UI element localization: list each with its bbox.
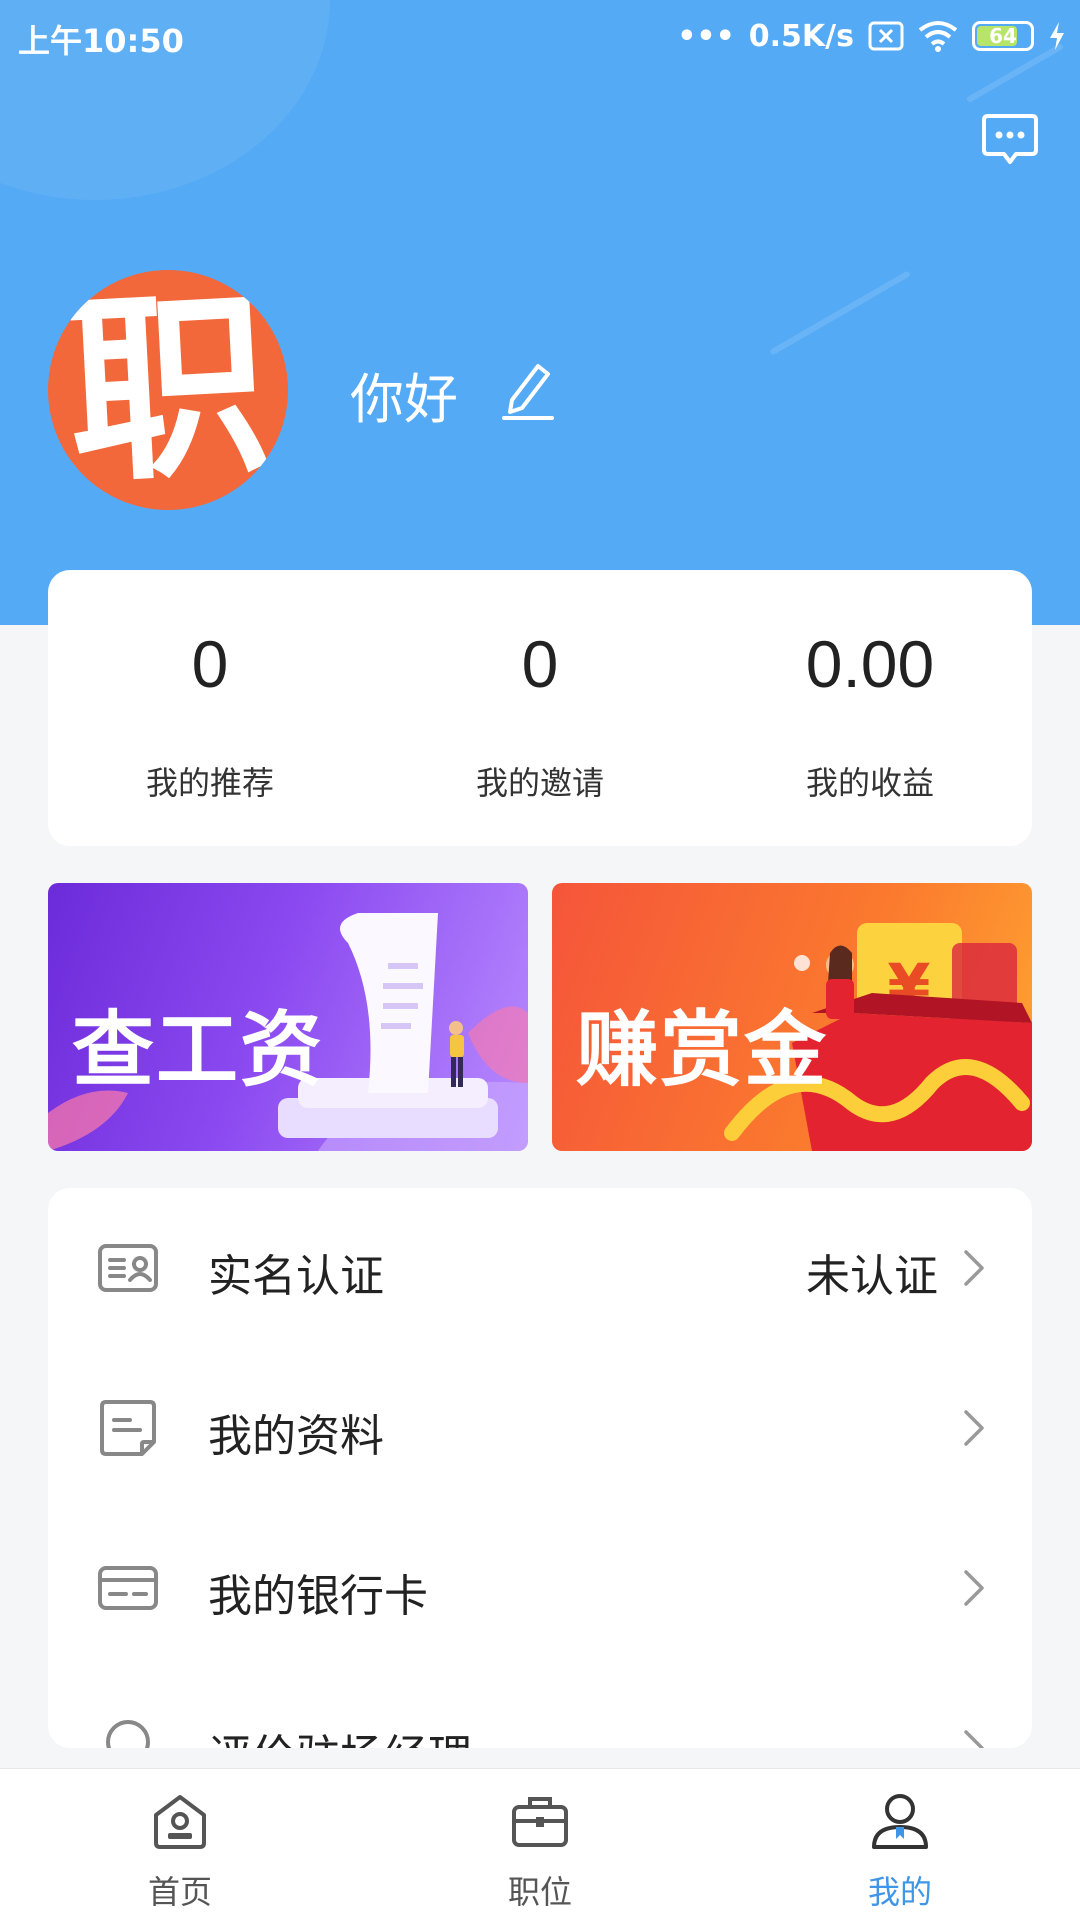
- chevron-right-icon: [964, 1730, 984, 1748]
- tab-home[interactable]: 首页: [80, 1769, 280, 1920]
- stat-value: 0.00: [805, 627, 935, 701]
- menu-item-label: 我的资料: [208, 1411, 384, 1462]
- tab-jobs[interactable]: 职位: [440, 1769, 640, 1920]
- id-card-icon: [98, 1244, 158, 1292]
- charging-icon: [1050, 22, 1064, 50]
- menu-item-my-profile[interactable]: 我的资料: [48, 1348, 1032, 1508]
- chevron-right-icon: [964, 1570, 984, 1606]
- stat-value: 0: [521, 627, 559, 701]
- menu-item-label: 我的银行卡: [208, 1571, 428, 1622]
- status-icons: ••• 0.5K/s 64: [677, 14, 1066, 58]
- menu-item-label: 评价驻场经理: [208, 1720, 472, 1748]
- banner-title: 赚赏金: [576, 1003, 829, 1098]
- bank-card-icon: [98, 1566, 158, 1610]
- document-icon: [100, 1400, 156, 1456]
- menu-item-bank-card[interactable]: 我的银行卡: [48, 1508, 1032, 1668]
- menu-item-real-name-verification[interactable]: 实名认证 未认证: [48, 1188, 1032, 1348]
- badge-icon: [106, 1720, 150, 1748]
- verification-status: 未认证: [806, 1251, 938, 1302]
- user-icon: [872, 1794, 928, 1849]
- bottom-tab-bar: 首页 职位 我的: [0, 1768, 1080, 1920]
- tab-label: 我的: [867, 1873, 932, 1911]
- profile-header: 上午10:50 ••• 0.5K/s 64 职 你好: [0, 0, 1080, 625]
- chevron-right-icon: [964, 1250, 984, 1286]
- header-decoration: [769, 270, 911, 356]
- battery-level: 64: [989, 24, 1017, 48]
- stat-invite[interactable]: 0 我的邀请: [390, 570, 690, 846]
- menu-list: 实名认证 未认证 我的资料 我的银行卡 评价驻场经理: [48, 1188, 1032, 1748]
- home-icon: [154, 1795, 206, 1849]
- stat-value: 0: [191, 627, 229, 701]
- tab-label: 首页: [147, 1873, 212, 1911]
- briefcase-icon: [512, 1797, 568, 1847]
- avatar-logo-char: 职: [61, 270, 274, 510]
- user-greeting: 你好: [350, 368, 458, 431]
- signal-dots-icon: •••: [677, 18, 735, 54]
- menu-item-rate-manager[interactable]: 评价驻场经理: [48, 1668, 1032, 1748]
- stat-recommend[interactable]: 0 我的推荐: [60, 570, 360, 846]
- status-time: 上午10:50: [18, 22, 184, 60]
- stat-label: 我的收益: [805, 764, 934, 802]
- stat-label: 我的推荐: [145, 764, 274, 802]
- tab-label: 职位: [507, 1873, 572, 1911]
- tab-mine[interactable]: 我的: [800, 1769, 1000, 1920]
- avatar[interactable]: 职: [48, 270, 288, 510]
- earn-reward-banner[interactable]: ¥ 赚赏金: [552, 883, 1032, 1151]
- chevron-right-icon: [964, 1410, 984, 1446]
- network-speed: 0.5K/s: [748, 18, 854, 54]
- sim-off-icon: [868, 21, 904, 51]
- status-bar: 上午10:50 ••• 0.5K/s 64: [0, 0, 1080, 72]
- edit-icon[interactable]: [498, 356, 558, 422]
- stats-card: 0 我的推荐 0 我的邀请 0.00 我的收益: [48, 570, 1032, 846]
- battery-icon: 64: [972, 21, 1034, 51]
- banner-title: 查工资: [72, 1003, 325, 1098]
- message-icon[interactable]: [980, 112, 1040, 170]
- wifi-icon: [918, 21, 958, 52]
- stat-label: 我的邀请: [475, 764, 604, 802]
- menu-item-label: 实名认证: [208, 1251, 384, 1302]
- stat-earnings[interactable]: 0.00 我的收益: [720, 570, 1020, 846]
- check-salary-banner[interactable]: 查工资: [48, 883, 528, 1151]
